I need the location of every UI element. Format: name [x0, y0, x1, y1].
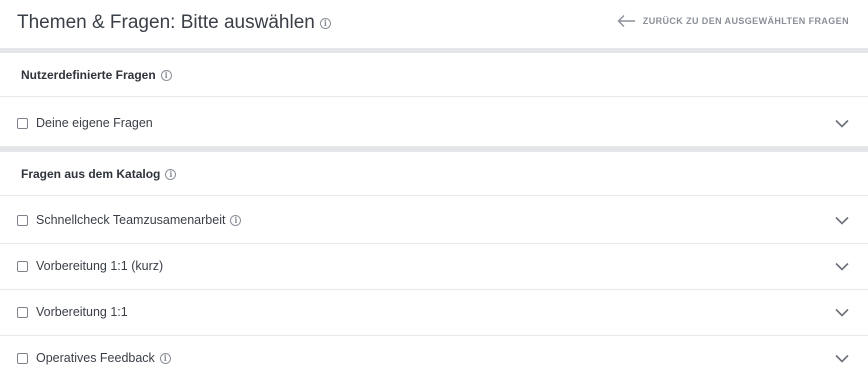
row-label: Vorbereitung 1:1: [36, 305, 128, 319]
list-item[interactable]: Schnellcheck Teamzusamenarbeit i: [0, 198, 868, 244]
info-icon[interactable]: i: [165, 168, 177, 180]
arrow-left-icon: [617, 15, 635, 27]
page-title: Themen & Fragen: Bitte auswählen: [17, 12, 315, 33]
list-item[interactable]: Operatives Feedback i: [0, 336, 868, 382]
checkbox[interactable]: [17, 118, 28, 129]
row-label: Deine eigene Fragen: [36, 116, 153, 130]
chevron-down-icon[interactable]: [835, 262, 849, 271]
checkbox[interactable]: [17, 215, 28, 226]
checkbox[interactable]: [17, 353, 28, 364]
chevron-down-icon[interactable]: [835, 308, 849, 317]
section-header-custom: Nutzerdefinierte Fragen i: [0, 53, 868, 97]
row-label-wrap: Schnellcheck Teamzusamenarbeit i: [36, 213, 242, 227]
section-title-wrap: Nutzerdefinierte Fragen i: [21, 68, 172, 82]
info-icon[interactable]: i: [319, 17, 331, 29]
row-label-wrap: Vorbereitung 1:1: [36, 305, 128, 319]
section-header-catalog: Fragen aus dem Katalog i: [0, 152, 868, 196]
section-title: Fragen aus dem Katalog: [21, 167, 161, 181]
checkbox[interactable]: [17, 261, 28, 272]
row-label: Vorbereitung 1:1 (kurz): [36, 259, 164, 273]
row-label: Operatives Feedback: [36, 351, 155, 365]
section-title: Nutzerdefinierte Fragen: [21, 68, 156, 82]
list-item[interactable]: Deine eigene Fragen: [0, 101, 868, 147]
row-label-wrap: Deine eigene Fragen: [36, 116, 153, 130]
back-link-label: ZURÜCK ZU DEN AUSGEWÄHLTEN FRAGEN: [642, 16, 849, 26]
row-label-wrap: Vorbereitung 1:1 (kurz): [36, 259, 163, 273]
section-title-wrap: Fragen aus dem Katalog i: [21, 167, 177, 181]
checkbox[interactable]: [17, 307, 28, 318]
back-to-selected-link[interactable]: ZURÜCK ZU DEN AUSGEWÄHLTEN FRAGEN: [617, 12, 849, 30]
page-header: Themen & Fragen: Bitte auswählen i ZURÜC…: [0, 0, 868, 48]
info-icon[interactable]: i: [160, 69, 172, 81]
row-label: Schnellcheck Teamzusamenarbeit: [36, 213, 226, 227]
list-item[interactable]: Vorbereitung 1:1 (kurz): [0, 244, 868, 290]
info-icon[interactable]: i: [159, 352, 171, 364]
page-title-wrap: Themen & Fragen: Bitte auswählen i: [17, 12, 331, 34]
chevron-down-icon[interactable]: [835, 119, 849, 128]
info-icon[interactable]: i: [230, 214, 242, 226]
chevron-down-icon[interactable]: [835, 354, 849, 363]
chevron-down-icon[interactable]: [835, 216, 849, 225]
row-label-wrap: Operatives Feedback i: [36, 351, 171, 365]
list-item[interactable]: Vorbereitung 1:1: [0, 290, 868, 336]
